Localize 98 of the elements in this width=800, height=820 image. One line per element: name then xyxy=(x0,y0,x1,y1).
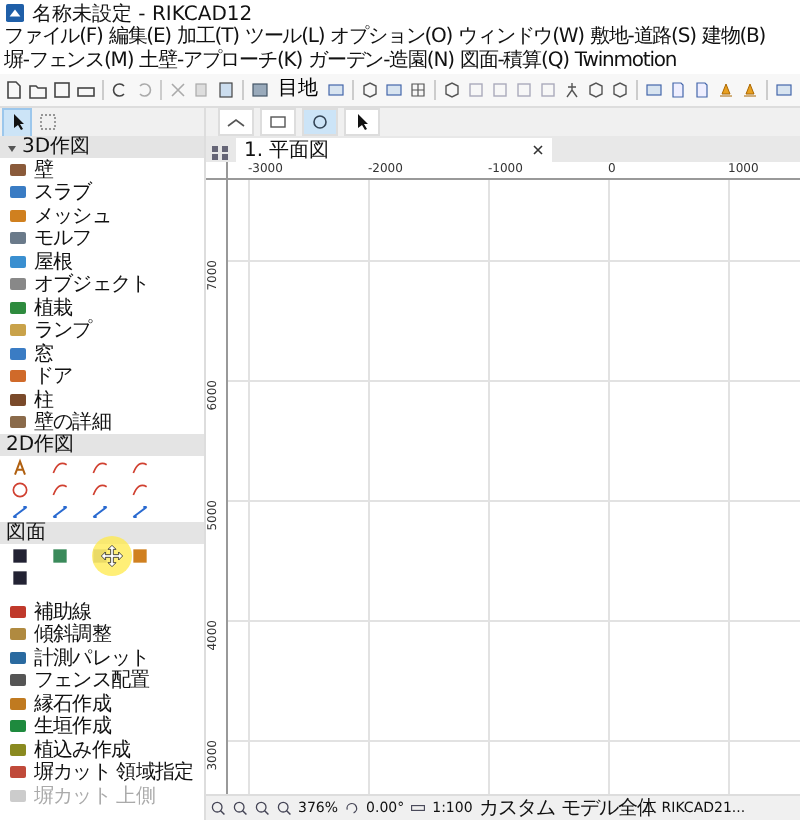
menu-item[interactable]: 編集(E) xyxy=(108,26,171,50)
block-icon xyxy=(8,274,28,295)
drawing-tool-icon[interactable] xyxy=(90,501,110,521)
joint-dropdown[interactable]: 目地 xyxy=(274,78,322,102)
box-icon[interactable] xyxy=(644,80,664,100)
arrow-option[interactable] xyxy=(344,108,380,136)
arrow-tool[interactable] xyxy=(4,109,30,135)
arrow-icon xyxy=(352,112,372,132)
magnifier-icon[interactable] xyxy=(210,800,226,816)
section-title: 3D作図 xyxy=(22,136,91,158)
window-title: 名称未設定 - RIKCAD12 xyxy=(32,1,253,25)
view-tab[interactable]: 1. 平面図 xyxy=(236,138,552,162)
palette-item[interactable]: 植込み作成 xyxy=(0,738,204,761)
palette-item[interactable]: 傾斜調整 xyxy=(0,623,204,646)
model-view[interactable]: モデル全体 xyxy=(560,796,656,820)
marquee-icon xyxy=(37,112,57,132)
block-icon xyxy=(8,366,28,387)
cursor-highlight xyxy=(92,536,132,576)
menu-item[interactable]: ファイル(F) xyxy=(4,26,103,50)
menu-item[interactable]: Twinmotion xyxy=(574,50,677,74)
block-icon xyxy=(8,739,28,760)
menu-item[interactable]: オプション(O) xyxy=(330,26,453,50)
palette-item[interactable]: 柱 xyxy=(0,388,204,411)
palette-item[interactable]: 補助線 xyxy=(0,600,204,623)
block-icon xyxy=(8,320,28,341)
palette-item[interactable]: モルフ xyxy=(0,227,204,250)
menu-item[interactable]: ガーデン-造園(N) xyxy=(308,50,454,74)
block-icon xyxy=(8,670,28,691)
scale-icon xyxy=(410,800,427,816)
menu-item[interactable]: 図面-積算(Q) xyxy=(459,50,569,74)
palette-item[interactable]: スラブ xyxy=(0,181,204,204)
palette-item[interactable]: ランプ xyxy=(0,319,204,342)
block-icon xyxy=(8,601,28,622)
palette-item[interactable]: フェンス配置 xyxy=(0,669,204,692)
layer-combination[interactable]: カスタム xyxy=(478,796,555,820)
menu-item[interactable]: ツール(L) xyxy=(244,26,325,50)
block-icon xyxy=(8,251,28,272)
block-icon xyxy=(8,785,28,806)
rotate-icon xyxy=(344,800,361,816)
box-icon[interactable] xyxy=(774,80,794,100)
document-icon[interactable] xyxy=(4,80,24,100)
block-icon xyxy=(8,343,28,364)
grid-icon[interactable] xyxy=(408,80,428,100)
folder-icon[interactable] xyxy=(28,80,48,100)
block-icon xyxy=(8,182,28,203)
menu-item[interactable]: 建物(B) xyxy=(701,26,766,50)
section-header[interactable]: 図面 xyxy=(0,522,204,544)
figure-icon[interactable] xyxy=(562,80,582,100)
section-title: 図面 xyxy=(6,522,46,544)
block-icon xyxy=(8,389,28,410)
palette-item[interactable]: 窓 xyxy=(0,342,204,365)
palette-item[interactable]: ドア xyxy=(0,365,204,388)
section-title: 2D作図 xyxy=(6,434,75,456)
menu-item[interactable]: ウィンドウ(W) xyxy=(458,26,584,50)
cube-icon[interactable] xyxy=(442,80,462,100)
close-icon[interactable] xyxy=(532,144,544,156)
palette-item[interactable]: メッシュ xyxy=(0,204,204,227)
block-icon xyxy=(8,624,28,645)
magnifier-icon[interactable] xyxy=(254,800,270,816)
circle-icon xyxy=(310,112,330,132)
rectangle-icon xyxy=(268,112,288,132)
drawing-tool-icon[interactable] xyxy=(130,501,150,521)
cube-icon[interactable] xyxy=(360,80,380,100)
palette-item[interactable]: 縁石作成 xyxy=(0,692,204,715)
block-icon xyxy=(8,205,28,226)
menu-item[interactable]: 塀-フェンス(M) xyxy=(4,50,134,74)
block-icon xyxy=(8,159,28,180)
block-icon xyxy=(8,693,28,714)
undo-icon[interactable] xyxy=(110,80,130,100)
magnifier-icon[interactable] xyxy=(276,800,292,816)
block-icon xyxy=(8,297,28,318)
box-icon[interactable] xyxy=(326,80,346,100)
drawing-tool-icon[interactable] xyxy=(50,501,70,521)
drawing-tool-icon[interactable] xyxy=(10,457,30,477)
palette-item[interactable]: オブジェクト xyxy=(0,273,204,296)
block-icon xyxy=(8,762,28,783)
palette-item[interactable]: 計測パレット xyxy=(0,646,204,669)
gravity-toggle[interactable] xyxy=(302,108,338,136)
palette-item[interactable]: 壁 xyxy=(0,158,204,181)
section-header[interactable]: 2D作図 xyxy=(0,434,204,456)
palette-item[interactable]: 屋根 xyxy=(0,250,204,273)
block-icon xyxy=(8,647,28,668)
grid-view-icon[interactable] xyxy=(210,142,230,162)
palette-item[interactable]: 生垣作成 xyxy=(0,715,204,738)
section-header[interactable]: 3D作図 xyxy=(0,136,204,158)
magnifier-icon[interactable] xyxy=(232,800,248,816)
menu-item[interactable]: 敷地-道路(S) xyxy=(589,26,696,50)
menu-item[interactable]: 加工(T) xyxy=(176,26,239,50)
block-icon xyxy=(8,228,28,249)
block-icon xyxy=(8,412,28,433)
block-icon xyxy=(8,716,28,737)
tool-option-group[interactable] xyxy=(218,108,254,136)
drawing-tool-icon[interactable] xyxy=(10,501,30,521)
palette-item[interactable]: 壁の詳細 xyxy=(0,411,204,434)
tool-option-group[interactable] xyxy=(260,108,296,136)
palette-item[interactable]: 塀カット 領域指定 xyxy=(0,761,204,784)
palette-item[interactable]: 植栽 xyxy=(0,296,204,319)
menu-item[interactable]: 土壁-アプローチ(K) xyxy=(139,50,303,74)
